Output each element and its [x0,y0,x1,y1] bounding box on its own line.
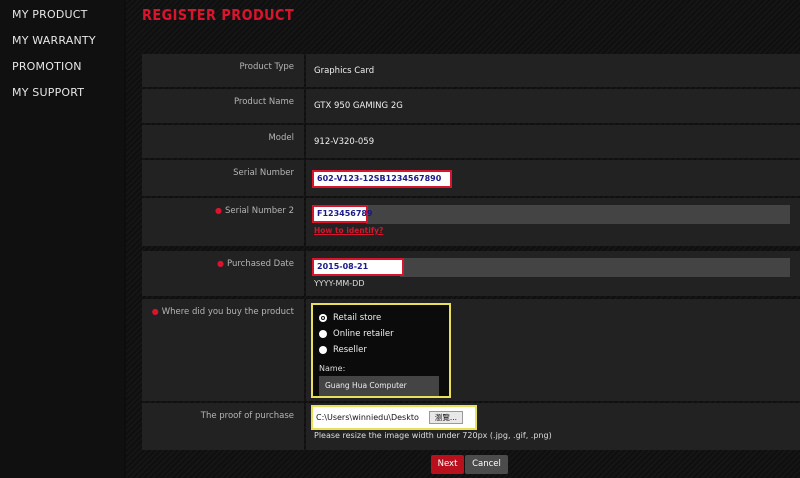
row-serial-number-2: ● Serial Number 2 F123456789 How to ident… [142,198,800,246]
serial-number-input[interactable]: 602-V123-12SB1234567890 [312,170,452,188]
browse-button[interactable]: 瀏覽... [428,411,463,424]
sidebar-item-my-support[interactable]: MY SUPPORT [0,80,124,106]
radio-retail-store[interactable]: Retail store [319,313,381,323]
required-marker: ● [217,259,224,268]
row-proof-of-purchase: The proof of purchase C:\Users\winniedu\… [142,403,800,450]
page-title: REGISTER PRODUCT [142,6,295,24]
radio-unselected-icon [319,346,327,354]
radio-selected-icon [319,314,327,322]
radio-reseller[interactable]: Reseller [319,345,367,355]
serial-number-2-bar [366,205,790,224]
image-size-hint: Please resize the image width under 720p… [314,431,552,440]
model-value: 912-V320-059 [306,125,800,158]
serial-number-label: Serial Number [142,160,304,196]
radio-online-retailer-label: Online retailer [333,329,394,339]
sidebar-nav: MY PRODUCT MY WARRANTY PROMOTION MY SUPP… [0,0,124,478]
radio-retail-store-label: Retail store [333,313,382,323]
serial-number-2-label-cell: ● Serial Number 2 [142,198,304,246]
radio-online-retailer[interactable]: Online retailer [319,329,394,339]
retailer-name-input[interactable]: Guang Hua Computer [319,376,439,396]
serial-number-cell: 602-V123-12SB1234567890 [306,160,800,196]
sidebar-item-promotion[interactable]: PROMOTION [0,54,124,80]
purchase-source-box: Retail store Online retailer Reseller Na… [311,303,451,398]
purchased-date-cell: 2015-08-21 YYYY-MM-DD [306,251,800,296]
model-label: Model [142,125,304,158]
row-purchase-source: ● Where did you buy the product Retail st… [142,299,800,401]
file-path-text: C:\Users\winniedu\Deskto [316,413,419,422]
purchased-date-label: Purchased Date [226,259,294,269]
serial-number-2-input[interactable]: F123456789 [312,205,373,223]
purchase-source-label-cell: ● Where did you buy the product [142,299,304,401]
product-type-value: Graphics Card [306,54,800,87]
name-field-label: Name: [319,364,346,373]
row-product-type: Product Type Graphics Card [142,54,800,87]
date-format-hint: YYYY-MM-DD [314,279,365,288]
radio-reseller-label: Reseller [333,345,367,355]
row-purchased-date: ● Purchased Date 2015-08-21 YYYY-MM-DD [142,251,800,296]
row-model: Model 912-V320-059 [142,125,800,158]
purchase-source-label: Where did you buy the product [161,307,294,317]
serial-number-2-cell: F123456789 How to identify? [306,198,800,246]
row-serial-number: Serial Number 602-V123-12SB1234567890 [142,160,800,196]
serial-number-2-label: Serial Number 2 [224,206,294,216]
row-product-name: Product Name GTX 950 GAMING 2G [142,89,800,123]
proof-label: The proof of purchase [142,403,304,450]
cancel-button[interactable]: Cancel [465,455,508,474]
purchased-date-bar [400,258,790,277]
product-type-label: Product Type [142,54,304,87]
product-name-value: GTX 950 GAMING 2G [306,89,800,123]
proof-file-input[interactable]: C:\Users\winniedu\Deskto 瀏覽... [311,405,477,430]
product-name-label: Product Name [142,89,304,123]
next-button[interactable]: Next [431,455,464,474]
radio-unselected-icon [319,330,327,338]
how-to-identify-link[interactable]: How to identify? [314,226,383,235]
proof-cell: C:\Users\winniedu\Deskto 瀏覽... Please re… [306,403,800,450]
required-marker: ● [215,206,222,215]
sidebar-item-my-product[interactable]: MY PRODUCT [0,2,124,28]
main-content: REGISTER PRODUCT Product Type Graphics C… [126,0,800,478]
sidebar-item-my-warranty[interactable]: MY WARRANTY [0,28,124,54]
purchased-date-label-cell: ● Purchased Date [142,251,304,296]
purchased-date-input[interactable]: 2015-08-21 [312,258,404,276]
purchase-source-cell: Retail store Online retailer Reseller Na… [306,299,800,401]
required-marker: ● [151,307,159,316]
